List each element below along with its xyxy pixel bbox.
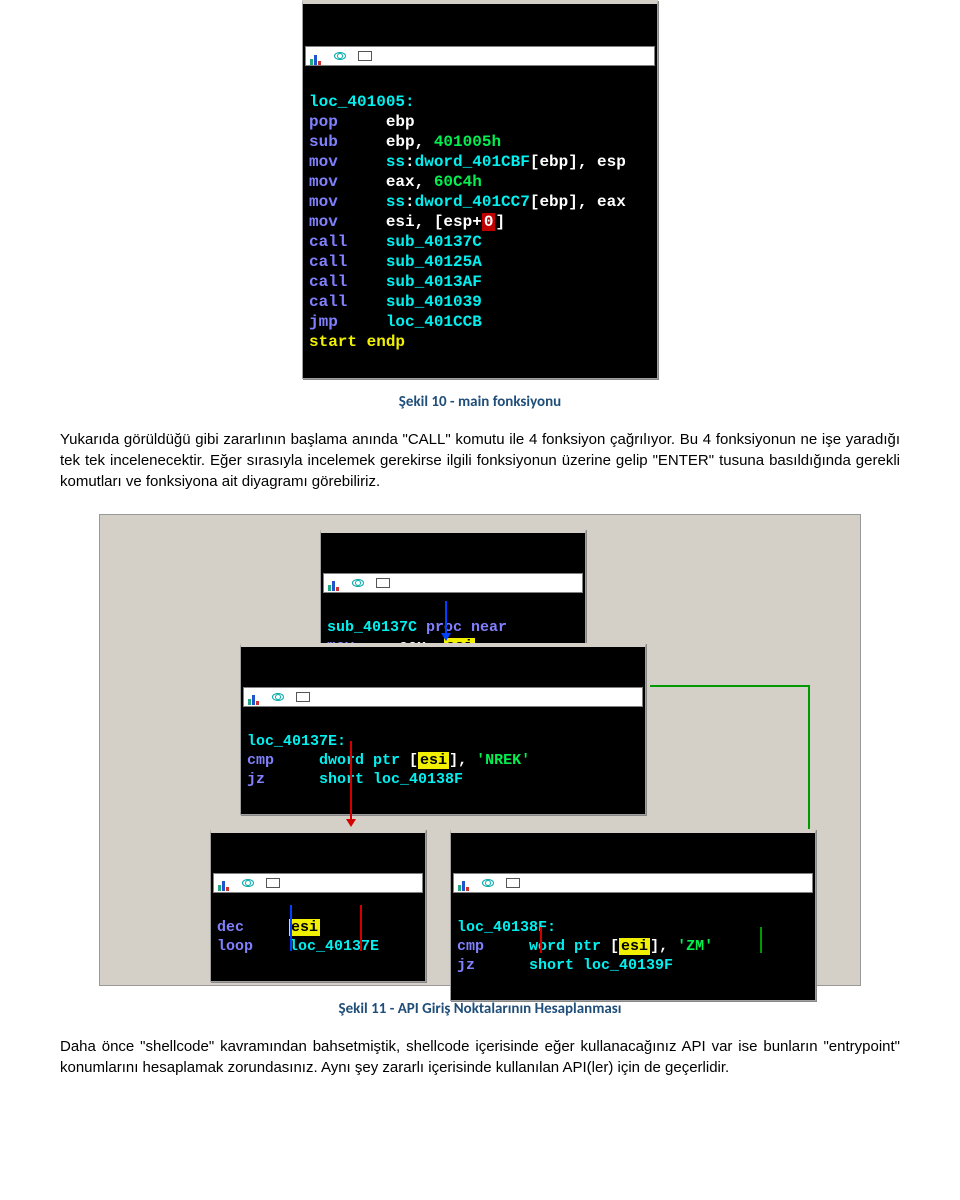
block-toolbar — [243, 687, 643, 707]
chart-icon — [458, 878, 470, 888]
window-icon — [358, 51, 372, 61]
code-label: loc_40137E: — [247, 733, 346, 750]
graph-icon — [352, 579, 364, 587]
graph-icon — [334, 52, 346, 60]
code-line: jz short loc_40139F — [457, 957, 673, 974]
cfg-block-40137E: loc_40137E: cmp dword ptr [esi], 'NREK' … — [240, 643, 646, 815]
code-line: loop loc_40137E — [217, 938, 379, 955]
graph-icon — [242, 879, 254, 887]
code-line: call sub_40137C — [309, 233, 482, 251]
block-toolbar — [453, 873, 813, 893]
window-icon — [296, 692, 310, 702]
code-line: sub ebp, 401005h — [309, 133, 501, 151]
block-toolbar — [305, 46, 655, 66]
disasm-block-main: loc_401005: pop ebp sub ebp, 401005h mov… — [302, 0, 658, 379]
window-icon — [266, 878, 280, 888]
window-icon — [376, 578, 390, 588]
window-icon — [506, 878, 520, 888]
proc-header: sub_40137C proc near — [327, 619, 507, 636]
chart-icon — [328, 578, 340, 588]
paragraph-1: Yukarıda görüldüğü gibi zararlının başla… — [60, 429, 900, 492]
code-endp: start endp — [309, 333, 405, 351]
code-label: loc_401005: — [309, 93, 415, 111]
block-toolbar — [213, 873, 423, 893]
chart-icon — [310, 51, 322, 61]
code-line: mov esi, [esp+0] — [309, 213, 505, 231]
cfg-block-dec: dec esi loop loc_40137E — [210, 829, 426, 982]
code-line: jmp loc_401CCB — [309, 313, 482, 331]
cfg-block-40138F: loc_40138F: cmp word ptr [esi], 'ZM' jz … — [450, 829, 816, 1001]
code-line: call sub_401039 — [309, 293, 482, 311]
chart-icon — [218, 878, 230, 888]
figure-caption-11: Şekil 11 - API Giriş Noktalarının Hesapl… — [60, 1000, 900, 1018]
code-line: mov ss:dword_401CBF[ebp], esp — [309, 153, 626, 171]
graph-icon — [272, 693, 284, 701]
cfg-diagram: sub_40137C proc near mov ecx, esi loc_40… — [99, 514, 861, 986]
code-line: pop ebp — [309, 113, 415, 131]
graph-icon — [482, 879, 494, 887]
code-line: mov ss:dword_401CC7[ebp], eax — [309, 193, 626, 211]
code-line: dec esi — [217, 919, 320, 936]
block-toolbar — [323, 573, 583, 593]
code-line: call sub_40125A — [309, 253, 482, 271]
paragraph-2: Daha önce "shellcode" kavramından bahset… — [60, 1036, 900, 1078]
code-line: cmp dword ptr [esi], 'NREK' — [247, 752, 530, 769]
code-line: call sub_4013AF — [309, 273, 482, 291]
figure-caption-10: Şekil 10 - main fonksiyonu — [60, 393, 900, 411]
code-line: mov eax, 60C4h — [309, 173, 482, 191]
chart-icon — [248, 692, 260, 702]
code-line: cmp word ptr [esi], 'ZM' — [457, 938, 713, 955]
